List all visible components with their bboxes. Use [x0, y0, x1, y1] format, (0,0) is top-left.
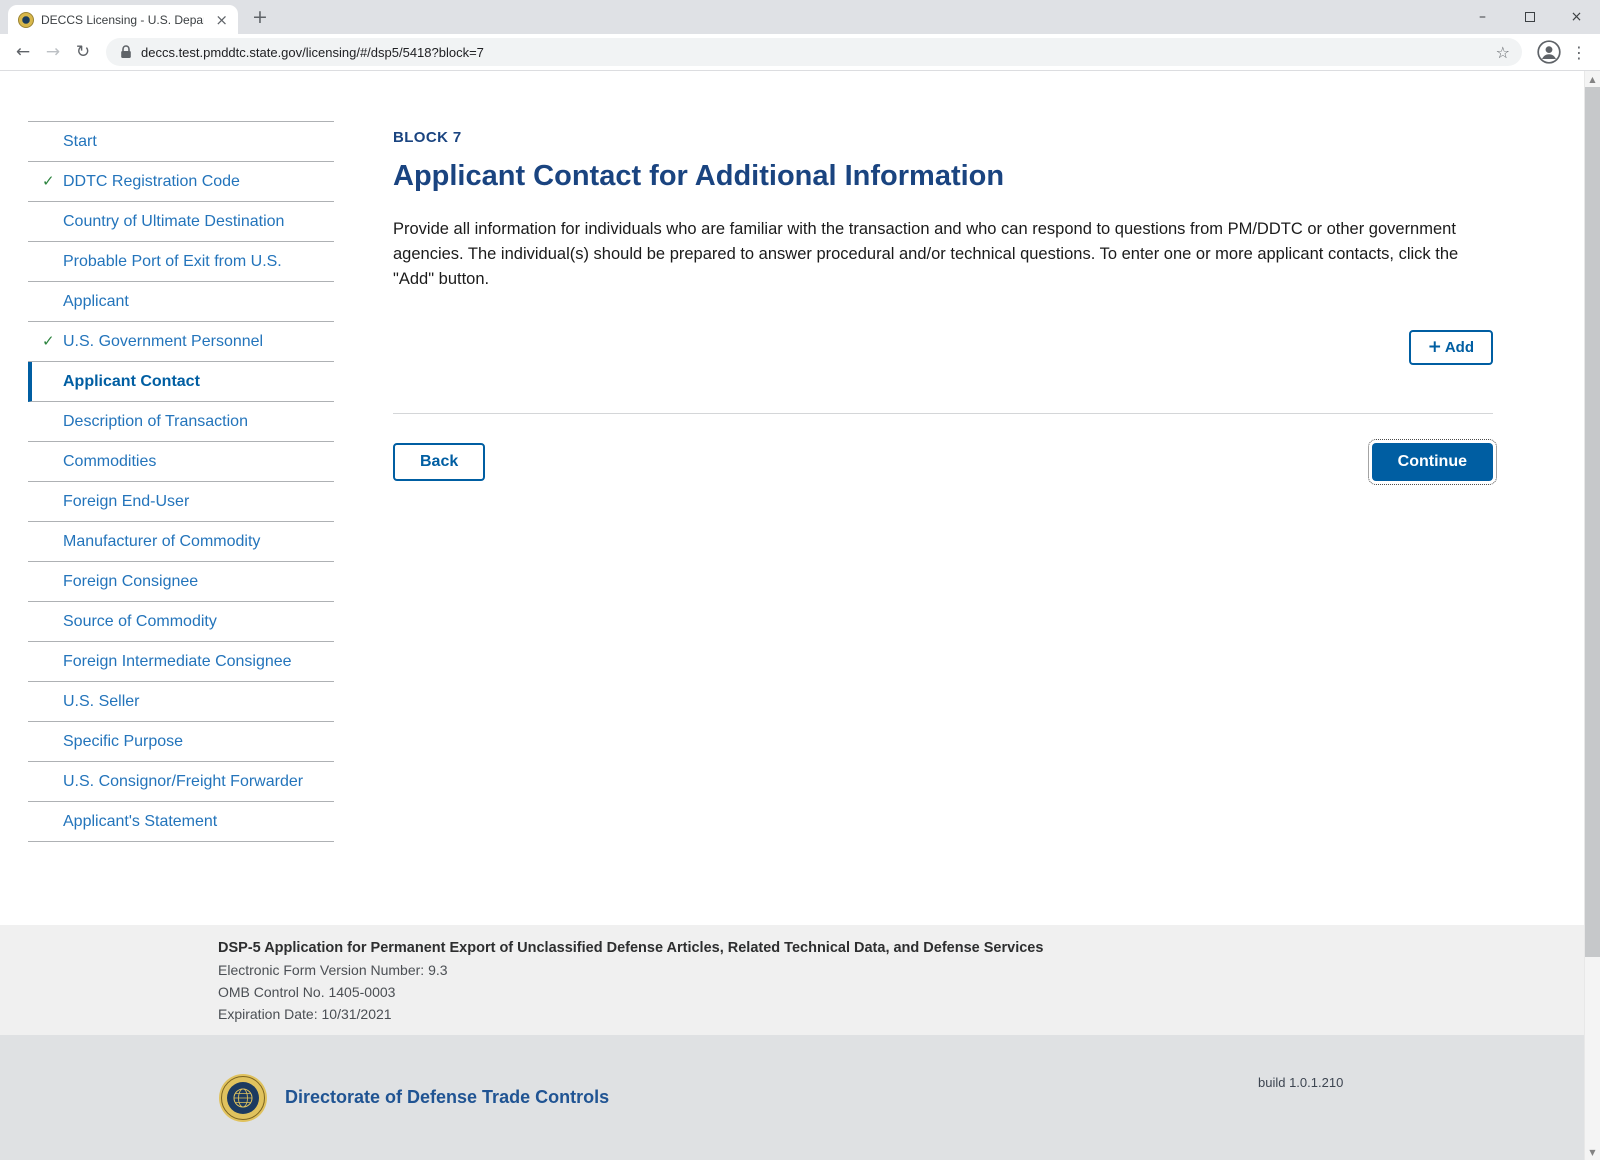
- sidebar-item-label: Source of Commodity: [63, 612, 217, 631]
- form-info-footer: DSP-5 Application for Permanent Export o…: [0, 925, 1600, 1035]
- form-step-sidebar: ✓Start✓DDTC Registration Code✓Country of…: [28, 121, 334, 842]
- sidebar-item-label: Applicant Contact: [63, 372, 200, 391]
- sidebar-item-label: Probable Port of Exit from U.S.: [63, 252, 282, 271]
- scrollbar[interactable]: ▲ ▼: [1584, 71, 1600, 1160]
- site-favicon-icon: [18, 12, 34, 28]
- sidebar-item-source-of-commodity[interactable]: ✓Source of Commodity: [28, 602, 334, 642]
- sidebar-item-label: Manufacturer of Commodity: [63, 532, 260, 551]
- restore-icon: [1525, 12, 1535, 22]
- add-button-label: Add: [1445, 339, 1474, 356]
- sidebar-nav: ✓Start✓DDTC Registration Code✓Country of…: [28, 121, 334, 842]
- sidebar-item-label: Foreign End-User: [63, 492, 189, 511]
- minimize-button[interactable]: –: [1459, 0, 1506, 34]
- maximize-button[interactable]: [1506, 0, 1553, 34]
- add-button[interactable]: + Add: [1409, 330, 1493, 365]
- sidebar-item-label: Applicant: [63, 292, 129, 311]
- window-close-button[interactable]: ×: [1553, 0, 1600, 34]
- tab-title: DECCS Licensing - U.S. Departme: [41, 13, 204, 27]
- profile-avatar-icon[interactable]: [1537, 40, 1561, 64]
- sidebar-item-description-of-transaction[interactable]: ✓Description of Transaction: [28, 402, 334, 442]
- sidebar-item-label: U.S. Government Personnel: [63, 332, 263, 351]
- sidebar-item-commodities[interactable]: ✓Commodities: [28, 442, 334, 482]
- ddtc-seal-logo: [218, 1073, 268, 1123]
- sidebar-item-country-of-ultimate-destination[interactable]: ✓Country of Ultimate Destination: [28, 202, 334, 242]
- scrollbar-down-icon[interactable]: ▼: [1585, 1144, 1600, 1160]
- form-version: Electronic Form Version Number: 9.3: [218, 962, 1600, 978]
- form-actions: Back Continue: [393, 443, 1493, 481]
- omb-control-number: OMB Control No. 1405-0003: [218, 984, 1600, 1000]
- lock-icon: [120, 45, 132, 59]
- page-body: ✓Start✓DDTC Registration Code✓Country of…: [0, 71, 1600, 1160]
- sidebar-item-label: Commodities: [63, 452, 156, 471]
- sidebar-item-label: Specific Purpose: [63, 732, 183, 751]
- sidebar-item-u-s-consignor-freight-forwarder[interactable]: ✓U.S. Consignor/Freight Forwarder: [28, 762, 334, 802]
- tab-close-icon[interactable]: ×: [211, 11, 232, 29]
- sidebar-item-foreign-consignee[interactable]: ✓Foreign Consignee: [28, 562, 334, 602]
- plus-icon: +: [1428, 339, 1442, 356]
- window-controls: – ×: [1459, 0, 1600, 34]
- sidebar-item-u-s-government-personnel[interactable]: ✓ U.S. Government Personnel: [28, 322, 334, 362]
- sidebar-item-label: Start: [63, 132, 97, 151]
- sidebar-item-label: U.S. Seller: [63, 692, 139, 711]
- expiration-date: Expiration Date: 10/31/2021: [218, 1006, 1600, 1022]
- sidebar-item-label: DDTC Registration Code: [63, 172, 240, 191]
- sidebar-item-label: Description of Transaction: [63, 412, 248, 431]
- sidebar-item-foreign-end-user[interactable]: ✓Foreign End-User: [28, 482, 334, 522]
- sidebar-item-manufacturer-of-commodity[interactable]: ✓Manufacturer of Commodity: [28, 522, 334, 562]
- main-content: BLOCK 7 Applicant Contact for Additional…: [334, 71, 1600, 481]
- continue-button[interactable]: Continue: [1372, 443, 1493, 481]
- sidebar-item-applicant[interactable]: ✓Applicant: [28, 282, 334, 322]
- browser-titlebar: DECCS Licensing - U.S. Departme × + – ×: [0, 0, 1600, 34]
- sidebar-item-ddtc-registration-code[interactable]: ✓ DDTC Registration Code: [28, 162, 334, 202]
- bookmark-star-icon[interactable]: ☆: [1494, 43, 1512, 62]
- sidebar-item-label: Foreign Intermediate Consignee: [63, 652, 292, 671]
- form-full-title: DSP-5 Application for Permanent Export o…: [218, 940, 1600, 956]
- sidebar-item-label: U.S. Consignor/Freight Forwarder: [63, 772, 303, 791]
- back-button[interactable]: Back: [393, 443, 485, 481]
- browser-tab[interactable]: DECCS Licensing - U.S. Departme ×: [8, 5, 238, 34]
- sidebar-item-specific-purpose[interactable]: ✓Specific Purpose: [28, 722, 334, 762]
- browser-menu-icon[interactable]: ⋮: [1568, 43, 1590, 62]
- page-description: Provide all information for individuals …: [393, 217, 1493, 292]
- check-icon: ✓: [42, 332, 58, 351]
- new-tab-button[interactable]: +: [246, 3, 274, 31]
- block-label: BLOCK 7: [393, 129, 1493, 146]
- address-bar[interactable]: deccs.test.pmddtc.state.gov/licensing/#/…: [106, 38, 1522, 66]
- sidebar-item-foreign-intermediate-consignee[interactable]: ✓Foreign Intermediate Consignee: [28, 642, 334, 682]
- sidebar-item-u-s-seller[interactable]: ✓U.S. Seller: [28, 682, 334, 722]
- sidebar-item-start[interactable]: ✓Start: [28, 122, 334, 162]
- browser-toolbar: ← → ↻ deccs.test.pmddtc.state.gov/licens…: [0, 34, 1600, 71]
- sidebar-item-applicant-s-statement[interactable]: ✓Applicant's Statement: [28, 802, 334, 842]
- sidebar-item-label: Applicant's Statement: [63, 812, 217, 831]
- site-footer: Directorate of Defense Trade Controls bu…: [0, 1035, 1600, 1160]
- section-divider: [393, 413, 1493, 414]
- org-name: Directorate of Defense Trade Controls: [285, 1087, 609, 1108]
- sidebar-item-label: Country of Ultimate Destination: [63, 212, 284, 231]
- sidebar-item-label: Foreign Consignee: [63, 572, 198, 591]
- forward-icon[interactable]: →: [38, 37, 68, 67]
- back-icon[interactable]: ←: [8, 37, 38, 67]
- sidebar-item-applicant-contact[interactable]: ✓Applicant Contact: [28, 362, 334, 402]
- scrollbar-thumb[interactable]: [1585, 87, 1600, 957]
- sidebar-item-probable-port-of-exit-from-u-s[interactable]: ✓Probable Port of Exit from U.S.: [28, 242, 334, 282]
- add-row: + Add: [393, 330, 1493, 365]
- reload-icon[interactable]: ↻: [68, 37, 98, 67]
- scrollbar-up-icon[interactable]: ▲: [1585, 71, 1600, 87]
- build-number: build 1.0.1.210: [1258, 1075, 1343, 1090]
- check-icon: ✓: [42, 172, 58, 191]
- url-text[interactable]: deccs.test.pmddtc.state.gov/licensing/#/…: [141, 45, 1494, 60]
- page-title: Applicant Contact for Additional Informa…: [393, 160, 1493, 193]
